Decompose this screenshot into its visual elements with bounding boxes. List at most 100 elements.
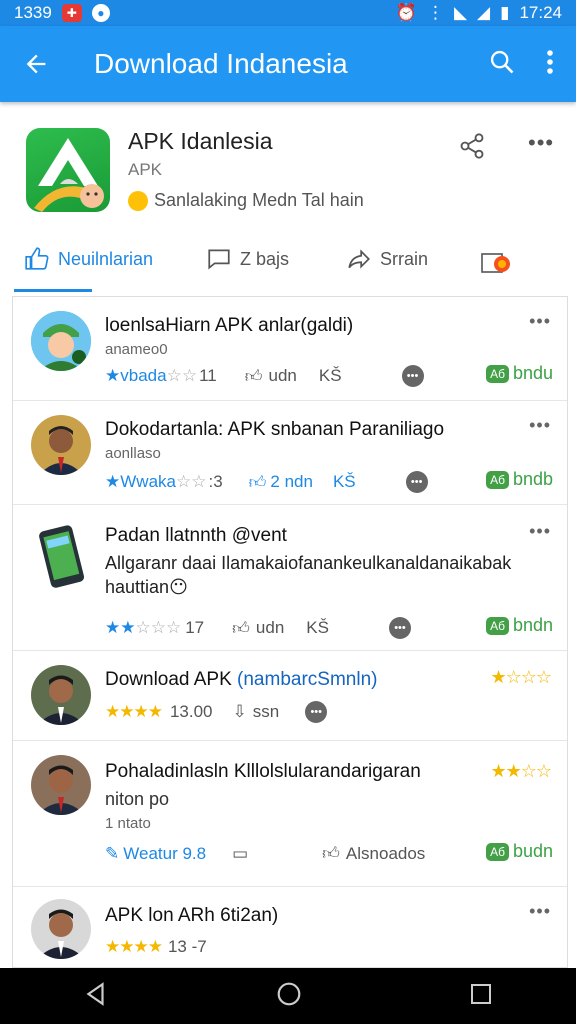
status-bar: 1339 ✚ ● ⏰ ⋮ ◣ ◢ ▮ 17:24 <box>0 0 576 26</box>
overflow-menu-button[interactable] <box>546 49 554 80</box>
notification-chat-icon: ● <box>91 4 110 22</box>
post-title[interactable]: loenlsaHiarn APK anlar(galdi) <box>105 315 353 337</box>
download-button[interactable]: Аб budn <box>486 841 553 862</box>
list-item[interactable]: Padan llatnnth @vent Allgaranr daai Ilam… <box>13 505 567 651</box>
rating-label: Weatur 9.8 <box>123 843 207 863</box>
download-pill: Аб <box>486 842 509 861</box>
app-tagline: Sanlalaking Medn Tal hain <box>128 190 364 211</box>
tab-label: Srrain <box>380 248 429 269</box>
signal-icon: ◢ <box>477 3 491 22</box>
rating-stars-icon: ★★★★ <box>105 937 163 956</box>
wifi-icon: ◣ <box>453 3 468 22</box>
list-item[interactable]: Download APK (nambarcSmnln) ★☆☆☆ ★★★★ 13… <box>13 651 567 741</box>
like-label: 2 ndn <box>270 472 313 491</box>
post-count: KŠ <box>306 618 329 637</box>
post-meta-row: ★★★★ 13.00 ⇩ ssn ••• <box>105 701 555 723</box>
tab-label: Neuilnlarian <box>58 248 154 269</box>
nav-recents-icon <box>470 983 491 1004</box>
avatar <box>31 311 91 371</box>
forward-icon <box>348 249 370 269</box>
like-icon[interactable]: 👍︎ <box>245 366 263 387</box>
like-label: udn <box>255 618 285 637</box>
download-pill: Аб <box>486 470 509 489</box>
avatar <box>31 665 91 725</box>
avatar <box>31 899 91 959</box>
download-button[interactable]: Аб bndu <box>486 363 553 384</box>
tab-recommend[interactable]: Neuilnlarian <box>24 246 153 272</box>
app-more-button[interactable]: ••• <box>528 130 554 156</box>
rating-label: Wwaka <box>120 472 176 491</box>
avatar <box>31 755 91 815</box>
tab-gift[interactable] <box>480 246 512 276</box>
post-title-text: Download APK <box>105 669 238 690</box>
options-dots-icon[interactable]: ••• <box>405 471 428 493</box>
options-dots-icon[interactable]: ••• <box>401 365 424 387</box>
status-time-left: 1339 <box>14 3 52 22</box>
like-icon[interactable]: 👍︎ <box>232 618 250 639</box>
share-button[interactable] <box>458 132 486 165</box>
nav-recents-button[interactable] <box>469 982 493 1011</box>
rating-stars-icon: ★★★★ <box>105 702 163 721</box>
alarm-icon: ⏰ <box>395 3 417 22</box>
post-feed[interactable]: loenlsaHiarn APK anlar(galdi) anameo0 ••… <box>12 296 568 968</box>
nav-back-button[interactable] <box>83 981 109 1012</box>
post-title[interactable]: Pohaladinlasln Klllolslularandarigaran <box>105 761 421 783</box>
download-button[interactable]: Аб bndb <box>486 469 553 490</box>
avatar <box>31 415 91 475</box>
like-label: Alsnoados <box>345 843 426 863</box>
list-item[interactable]: Dokodartanla: APK snbanan Paraniliago ao… <box>13 401 567 505</box>
like-label: ssn <box>252 702 280 721</box>
search-button[interactable] <box>488 48 516 81</box>
nav-home-button[interactable] <box>276 981 302 1012</box>
tab-bar: Neuilnlarian Z bajs Srrain <box>0 236 576 292</box>
post-title[interactable]: Dokodartanla: APK snbanan Paraniliago <box>105 419 444 441</box>
download-icon[interactable]: ⇩ <box>233 702 247 722</box>
post-title-accent: (nambarcSmnln) <box>237 669 378 690</box>
list-item[interactable]: Pohaladinlasln Klllolslularandarigaran n… <box>13 741 567 887</box>
empty-stars-icon: ☆☆ <box>175 472 207 491</box>
comment-icon[interactable]: ▭ <box>232 844 248 864</box>
phone-image <box>39 523 89 593</box>
app-logo-icon[interactable] <box>26 128 110 212</box>
vibrate-icon: ⋮ <box>426 3 444 22</box>
rating-label: vbada <box>120 366 167 385</box>
tab-label: Z bajs <box>240 248 290 269</box>
app-name: APK Idanlesia <box>128 128 273 154</box>
download-label: bndb <box>512 469 553 489</box>
like-icon[interactable]: 👍︎ <box>249 472 267 493</box>
post-more-button[interactable]: ••• <box>529 415 551 436</box>
download-button[interactable]: Аб bndn <box>486 615 553 636</box>
options-dots-icon[interactable]: ••• <box>305 701 328 723</box>
post-subtitle: Allgaranr daai Ilamakaiofanankeulkanalda… <box>105 553 512 573</box>
post-more-button[interactable]: ••• <box>529 311 551 332</box>
emoji-icon: 😶 <box>169 577 188 597</box>
download-label: budn <box>512 841 553 861</box>
post-title[interactable]: APK lon ARh 6ti2an) <box>105 905 278 927</box>
app-header: APK Idanlesia APK Sanlalaking Medn Tal h… <box>0 112 576 224</box>
rating-number: 13 -7 <box>167 937 207 956</box>
post-more-button[interactable]: ••• <box>529 901 551 922</box>
post-more-button[interactable]: ••• <box>529 521 551 542</box>
like-icon[interactable]: 👍︎ <box>322 843 340 864</box>
post-subtitle: anameo0 <box>105 341 168 358</box>
options-dots-icon[interactable]: ••• <box>388 617 411 639</box>
download-pill: Аб <box>486 364 509 383</box>
post-subtitle-2: 1 ntato <box>105 815 151 832</box>
rating-number: 17 <box>185 618 205 637</box>
back-button[interactable] <box>0 50 72 78</box>
edit-icon[interactable]: ✎ <box>105 844 119 864</box>
like-label: udn <box>268 366 297 385</box>
tab-indicator <box>14 289 92 292</box>
rating-star-icon: ★ <box>105 472 121 491</box>
post-subtitle-text: hauttian <box>105 577 170 597</box>
post-title[interactable]: Download APK (nambarcSmnln) <box>105 669 377 691</box>
post-title[interactable]: Padan llatnnth @vent <box>105 525 287 547</box>
nav-home-icon <box>277 982 301 1005</box>
list-item[interactable]: loenlsaHiarn APK anlar(galdi) anameo0 ••… <box>13 297 567 401</box>
tab-comments[interactable]: Z bajs <box>206 246 289 272</box>
empty-stars-icon: ☆☆ <box>166 366 198 385</box>
tab-share[interactable]: Srrain <box>346 246 428 272</box>
status-time-right: 17:24 <box>519 3 562 22</box>
list-item[interactable]: APK lon ARh 6ti2an) ••• ★★★★ 13 -7 <box>13 887 567 967</box>
rating-number: 11 <box>199 366 217 385</box>
